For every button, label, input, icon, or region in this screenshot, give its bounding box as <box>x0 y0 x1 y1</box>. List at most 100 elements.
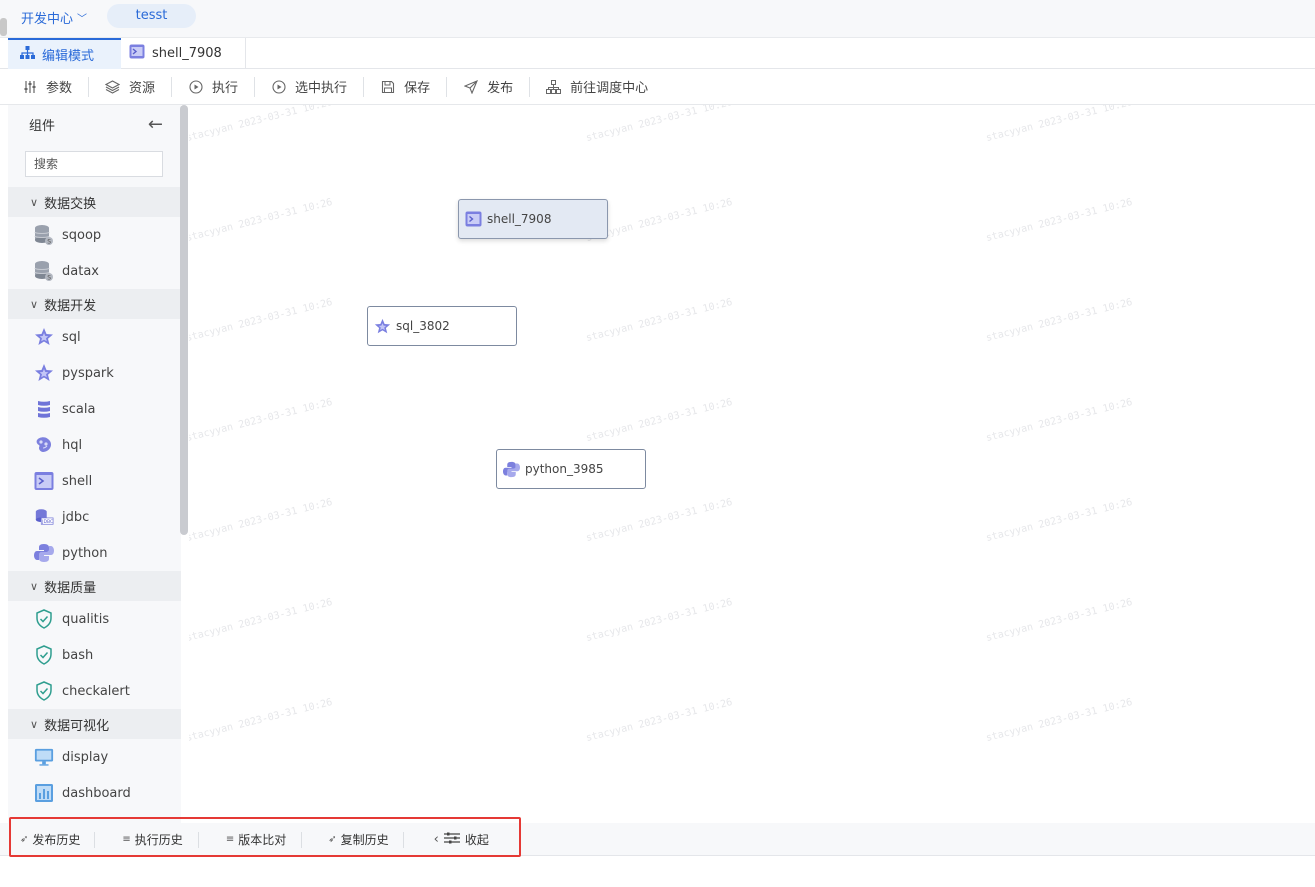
component-dashboard[interactable]: dashboard <box>8 775 181 811</box>
component-label: sql <box>62 329 81 345</box>
component-label: scala <box>62 401 96 417</box>
watermark-text: stacyyan 2023-03-31 10:26 <box>584 105 734 145</box>
watermark-text: stacyyan 2023-03-31 10:26 <box>189 696 334 745</box>
run-selected-button[interactable]: 选中执行 <box>255 76 365 97</box>
workflow-node-sql-3802[interactable]: sql_3802 <box>367 306 517 346</box>
component-label: shell <box>62 473 93 489</box>
component-label: sqoop <box>62 227 102 243</box>
tab-label: 编辑模式 <box>42 49 95 64</box>
publish-button[interactable]: 发布 <box>447 76 531 97</box>
watermark-text: stacyyan 2023-03-31 10:26 <box>984 696 1134 745</box>
star-icon <box>372 316 392 336</box>
shield-check-icon <box>34 645 54 665</box>
component-python[interactable]: python <box>8 535 181 571</box>
component-sql[interactable]: sql <box>8 319 181 355</box>
sidebar-scrollbar[interactable] <box>180 105 188 535</box>
component-label: datax <box>62 263 99 279</box>
watermark-text: stacyyan 2023-03-31 10:26 <box>189 196 334 245</box>
run-selected-label: 选中执行 <box>295 81 348 96</box>
play-circle-icon <box>188 79 203 94</box>
workflow-node-python-3985[interactable]: python_3985 <box>496 449 646 489</box>
component-shell[interactable]: shell <box>8 463 181 499</box>
svg-text:S: S <box>47 275 51 282</box>
watermark-text: stacyyan 2023-03-31 10:26 <box>984 496 1134 545</box>
highlight-box <box>9 817 521 857</box>
shield-check-icon <box>34 681 54 701</box>
watermark-text: stacyyan 2023-03-31 10:26 <box>189 596 334 645</box>
component-hql[interactable]: hql <box>8 427 181 463</box>
watermark-text: stacyyan 2023-03-31 10:26 <box>984 196 1134 245</box>
workflow-icon <box>20 45 35 64</box>
run-button[interactable]: 执行 <box>172 76 256 97</box>
component-scala[interactable]: scala <box>8 391 181 427</box>
watermark-text: stacyyan 2023-03-31 10:26 <box>584 496 734 545</box>
editor-tabs: 编辑模式 shell_7908 <box>0 38 1315 69</box>
save-button[interactable]: 保存 <box>364 76 448 97</box>
goto-scheduler-button[interactable]: 前往调度中心 <box>530 77 664 97</box>
run-label: 执行 <box>212 81 239 96</box>
database-icon: S <box>34 261 54 282</box>
group-data-dev[interactable]: ∨ 数据开发 <box>8 289 181 319</box>
star-icon <box>34 363 54 383</box>
toolbar: 参数 资源 执行 选中执行 保存 发布 前往调度中心 <box>0 69 1315 105</box>
scroll-handle[interactable] <box>0 18 7 36</box>
component-qualitis[interactable]: qualitis <box>8 601 181 637</box>
project-tab[interactable]: tesst <box>107 4 196 28</box>
watermark-text: stacyyan 2023-03-31 10:26 <box>189 496 334 545</box>
top-bar: 开发中心 ﹀ tesst <box>0 0 1315 38</box>
component-pyspark[interactable]: pyspark <box>8 355 181 391</box>
sidebar-title: 组件 <box>29 118 56 134</box>
watermark-text: stacyyan 2023-03-31 10:26 <box>584 696 734 745</box>
component-jdbc[interactable]: JDBC jdbc <box>8 499 181 535</box>
python-icon <box>34 543 54 563</box>
component-search-input[interactable] <box>25 151 163 177</box>
group-data-visualization[interactable]: ∨ 数据可视化 <box>8 709 181 739</box>
workflow-node-shell-7908[interactable]: shell_7908 <box>458 199 608 239</box>
group-label: 数据质量 <box>44 580 97 596</box>
arrow-left-icon[interactable]: ← <box>148 114 163 135</box>
group-data-exchange[interactable]: ∨ 数据交换 <box>8 187 181 217</box>
component-label: checkalert <box>62 683 130 699</box>
resources-button[interactable]: 资源 <box>89 76 173 97</box>
watermark-text: stacyyan 2023-03-31 10:26 <box>984 596 1134 645</box>
component-label: hql <box>62 437 83 453</box>
tab-shell-7908[interactable]: shell_7908 <box>121 38 246 69</box>
layers-icon <box>105 79 121 94</box>
watermark-text: stacyyan 2023-03-31 10:26 <box>584 296 734 345</box>
terminal-icon <box>34 471 54 491</box>
component-bash[interactable]: bash <box>8 637 181 673</box>
tab-edit-mode[interactable]: 编辑模式 <box>8 38 121 69</box>
send-icon <box>463 79 478 94</box>
component-label: qualitis <box>62 611 110 627</box>
watermark-text: stacyyan 2023-03-31 10:26 <box>984 296 1134 345</box>
chevron-down-icon: ∨ <box>30 297 39 311</box>
workflow-canvas[interactable]: stacyyan 2023-03-31 10:26 stacyyan 2023-0… <box>189 105 1315 823</box>
sliders-icon <box>22 79 37 94</box>
component-sqoop[interactable]: S sqoop <box>8 217 181 253</box>
terminal-icon <box>463 209 483 229</box>
component-datax[interactable]: S datax <box>8 253 181 289</box>
watermark-text: stacyyan 2023-03-31 10:26 <box>189 296 334 345</box>
publish-label: 发布 <box>487 81 514 96</box>
dev-center-label: 开发中心 <box>21 12 74 27</box>
component-display[interactable]: display <box>8 739 181 775</box>
params-button[interactable]: 参数 <box>0 76 90 97</box>
node-label: python_3985 <box>525 462 604 476</box>
component-label: python <box>62 545 108 561</box>
scala-icon <box>34 399 54 419</box>
component-checkalert[interactable]: checkalert <box>8 673 181 709</box>
watermark-text: stacyyan 2023-03-31 10:26 <box>984 105 1134 145</box>
resources-label: 资源 <box>129 81 156 96</box>
watermark-text: stacyyan 2023-03-31 10:26 <box>584 596 734 645</box>
svg-text:JDBC: JDBC <box>41 519 53 525</box>
save-label: 保存 <box>404 81 431 96</box>
star-icon <box>34 327 54 347</box>
shield-check-icon <box>34 609 54 629</box>
jdbc-icon: JDBC <box>34 507 54 527</box>
node-label: sql_3802 <box>396 319 450 333</box>
save-icon <box>380 79 395 94</box>
group-data-quality[interactable]: ∨ 数据质量 <box>8 571 181 601</box>
org-chart-icon <box>546 79 562 94</box>
chevron-down-icon: ∨ <box>30 195 39 209</box>
dev-center-dropdown[interactable]: 开发中心 ﹀ <box>21 8 87 27</box>
